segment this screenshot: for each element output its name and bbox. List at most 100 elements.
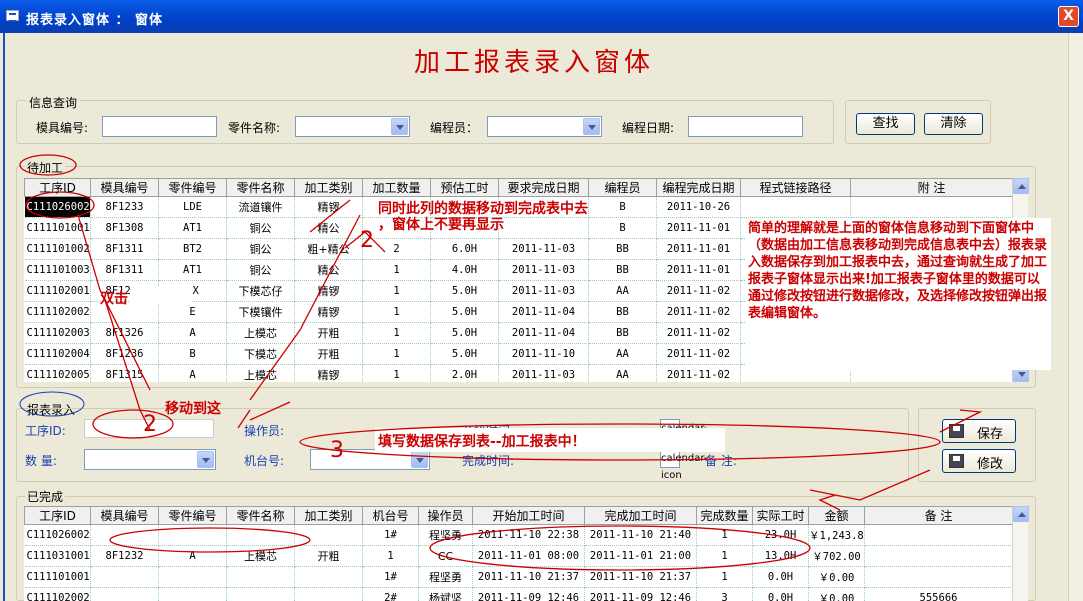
pending-cell[interactable]: 精公 [294,259,363,281]
pending-cell[interactable]: AA [588,343,657,365]
pending-cell[interactable]: A [158,364,227,382]
pending-cell[interactable]: 1 [362,322,431,344]
pending-cell[interactable]: 开粗 [294,343,363,365]
completed-cell[interactable]: 1 [696,524,753,546]
completed-cell[interactable]: A [158,545,227,567]
completed-cell[interactable] [226,524,295,546]
modify-button[interactable]: 修改 [942,449,1016,473]
completed-cell[interactable]: 杨斌坚 [418,587,473,601]
pending-cell[interactable]: 8F1233 [90,196,159,218]
pending-cell[interactable]: 2011-11-10 [498,343,589,365]
completed-cell[interactable]: ￥0.00 [808,587,865,601]
pending-cell[interactable]: 8F1326 [90,322,159,344]
chevron-down-icon[interactable] [583,118,600,135]
machine-select[interactable] [310,449,430,470]
pending-cell[interactable]: LDE [158,196,227,218]
pending-cell[interactable]: AA [588,280,657,302]
completed-cell[interactable]: 3 [696,587,753,601]
pending-cell[interactable]: E [158,301,227,323]
scroll-up-icon[interactable] [1013,178,1029,194]
pending-cell[interactable]: 2011-11-01 [656,238,741,260]
pending-cell[interactable]: 精锣 [294,196,363,218]
pending-cell[interactable]: BB [588,301,657,323]
completed-cell[interactable]: 程坚勇 [418,566,473,588]
pending-cell[interactable] [740,196,851,218]
pending-cell[interactable]: 2011-11-01 [656,259,741,281]
pending-column-header[interactable]: 加工类别 [294,178,363,197]
completed-cell[interactable] [90,566,159,588]
pending-cell[interactable]: C111101001 [24,217,91,239]
completed-cell[interactable] [158,587,227,601]
pending-cell[interactable]: 8F1236 [90,343,159,365]
close-button[interactable]: X [1058,6,1079,27]
pending-cell[interactable]: BB [588,322,657,344]
pending-cell[interactable]: 2011-11-03 [498,280,589,302]
completed-column-header[interactable]: 完成加工时间 [584,506,697,525]
completed-cell[interactable]: 程坚勇 [418,524,473,546]
pending-column-header[interactable]: 预估工时 [430,178,499,197]
completed-cell[interactable]: 2# [362,587,419,601]
completed-cell[interactable]: C111101001 [24,566,91,588]
completed-cell[interactable]: C111026002 [24,524,91,546]
pending-column-header[interactable]: 模具编号 [90,178,159,197]
completed-cell[interactable] [158,524,227,546]
completed-cell[interactable]: 1# [362,524,419,546]
completed-column-header[interactable]: 备 注 [864,506,1012,525]
pending-cell[interactable]: 2011-11-01 [656,217,741,239]
pending-cell[interactable]: 铜公 [226,259,295,281]
pending-cell[interactable]: 精公 [294,217,363,239]
chevron-down-icon[interactable] [391,118,408,135]
completed-cell[interactable] [226,587,295,601]
pending-cell[interactable]: 1 [362,364,431,382]
pending-cell[interactable]: BT2 [158,238,227,260]
pending-cell[interactable]: B [588,217,657,239]
pending-cell[interactable]: 2011-11-02 [656,322,741,344]
pending-cell[interactable]: 2011-11-03 [498,364,589,382]
completed-cell[interactable]: 555666 [864,587,1012,601]
completed-cell[interactable] [158,566,227,588]
program-date-input[interactable] [688,116,803,137]
pending-cell[interactable]: C111102001 [24,280,91,302]
completed-cell[interactable] [294,566,363,588]
pending-cell[interactable]: 1 [362,259,431,281]
pending-cell[interactable]: 流道镶件 [226,196,295,218]
search-button[interactable]: 查找 [856,113,915,135]
table-row[interactable]: C111102002 2# 杨斌坚 2011-11-09 12:46 2011-11-0… [24,587,1012,601]
completed-cell[interactable]: 2011-11-09 12:46 [472,587,585,601]
pending-column-header[interactable]: 编程员 [588,178,657,197]
pending-column-header[interactable]: 程式链接路径 [740,178,851,197]
programmer-select[interactable] [487,116,602,137]
completed-cell[interactable]: 8F1232 [90,545,159,567]
pending-cell[interactable]: 5.0H [430,280,499,302]
completed-cell[interactable]: CC [418,545,473,567]
pending-cell[interactable]: C111101002 [24,238,91,260]
pending-cell[interactable]: B [588,196,657,218]
completed-column-header[interactable]: 金额 [808,506,865,525]
completed-cell[interactable]: 13.0H [752,545,809,567]
pending-column-header[interactable]: 编程完成日期 [656,178,741,197]
part-name-select[interactable] [295,116,410,137]
quantity-select[interactable] [84,449,216,470]
pending-cell[interactable]: 5.0H [430,343,499,365]
completed-cell[interactable]: 开粗 [294,545,363,567]
chevron-down-icon[interactable] [197,451,214,468]
pending-cell[interactable]: 8F1308 [90,217,159,239]
pending-cell[interactable]: BB [588,259,657,281]
pending-cell[interactable]: 下模芯 [226,343,295,365]
pending-cell[interactable]: 精锣 [294,364,363,382]
completed-column-header[interactable]: 工序ID [24,506,91,525]
completed-cell[interactable]: ￥702.00 [808,545,865,567]
pending-cell[interactable]: 2011-11-04 [498,322,589,344]
pending-column-header[interactable]: 零件编号 [158,178,227,197]
completed-cell[interactable] [864,524,1012,546]
completed-column-header[interactable]: 开始加工时间 [472,506,585,525]
pending-cell[interactable]: 2011-11-04 [498,301,589,323]
pending-cell[interactable]: 5.0H [430,322,499,344]
save-button[interactable]: 保存 [942,419,1016,443]
pending-column-header[interactable]: 加工数量 [362,178,431,197]
mold-number-input[interactable] [102,116,217,137]
completed-cell[interactable]: 2011-11-01 21:00 [584,545,697,567]
form-scrollbar[interactable] [1068,33,1083,601]
pending-cell[interactable]: 上模芯 [226,322,295,344]
completed-column-header[interactable]: 加工类别 [294,506,363,525]
